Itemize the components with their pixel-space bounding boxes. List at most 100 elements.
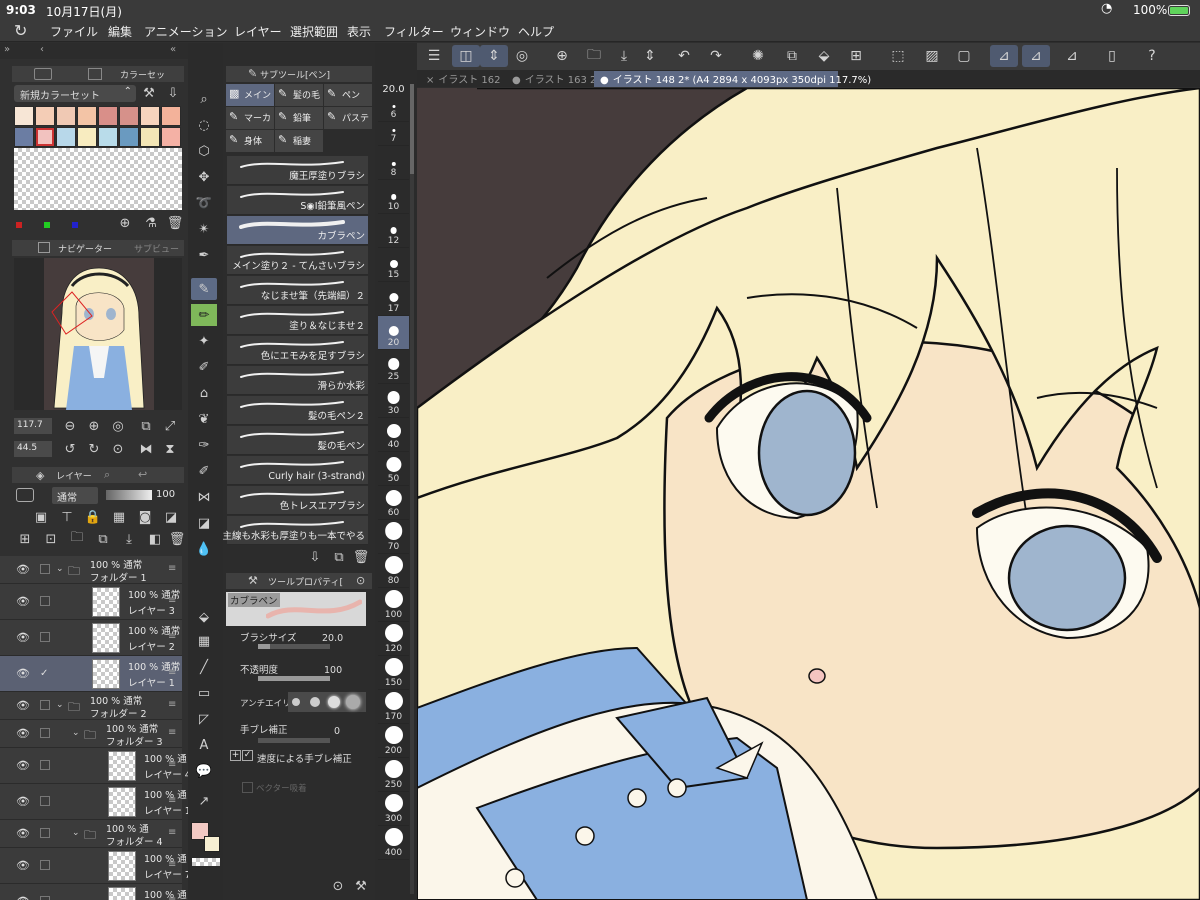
updown-icon[interactable]: ⇕ [480,45,508,67]
line-icon[interactable]: ╱ [191,656,217,678]
brush-size-preset[interactable]: 12 [378,214,409,248]
brush-size-value[interactable]: 20.0 [322,633,343,644]
brush-item[interactable]: メイン塗り２ - てんさいブラシ [227,246,368,275]
folder-row[interactable]: 👁 ⌄ 🗀 100 % 通常 フォルダー 3 ≡ [0,720,182,748]
new-vector-icon[interactable]: ⊡ [42,530,60,548]
pen-icon[interactable]: ✎ [191,278,217,300]
brush-size-preset[interactable]: 70 [378,520,409,554]
brush-size-preset[interactable]: 100 [378,588,409,622]
drag-handle-icon[interactable]: ≡ [168,795,176,806]
layer-search-tab-icon[interactable]: ⌕ [104,468,110,482]
edit-target-icon[interactable] [40,760,50,770]
gradient-icon[interactable]: ▦ [191,630,217,652]
brush-size-preset[interactable]: 200 [378,724,409,758]
color-swatch[interactable] [77,106,97,126]
box-icon[interactable]: ▢ [950,45,978,67]
drag-handle-icon[interactable]: ≡ [168,759,176,770]
chevron-down-icon[interactable]: ⌄ [56,564,64,574]
pencil-icon[interactable]: ✏ [191,304,217,326]
drag-handle-icon[interactable]: ≡ [168,827,176,838]
color-swatch[interactable] [140,106,160,126]
merge-icon[interactable]: ⤓ [120,530,138,548]
brush-size-preset[interactable]: 50 [378,452,409,486]
color-swatch[interactable] [35,127,55,147]
collapse-icon[interactable]: » [4,44,10,55]
tab-subview[interactable]: サブビュー [134,242,179,258]
canvas-tab[interactable]: ● イラスト 163 2* [506,71,601,87]
delete-layer-icon[interactable]: 🗑 [168,530,186,548]
brush-icon[interactable]: ✑ [191,434,217,456]
updown-icon[interactable]: ⇕ [636,45,664,67]
layer-row[interactable]: 👁 100 % 通常 レイヤー 2 ≡ [0,620,182,656]
tool-property-settings-icon[interactable]: ⊙ [330,878,346,894]
subtool-group[interactable]: ✎ 髪の毛 [275,84,323,106]
rotate-right-icon[interactable]: ↻ [86,441,102,457]
tab-navigator[interactable]: ナビゲーター [58,242,112,258]
lasso-icon[interactable]: ➰ [191,192,217,214]
edit-target-icon[interactable] [40,632,50,642]
color-slider-tab-icon[interactable] [88,68,102,80]
building-icon[interactable]: ⌂ [191,382,217,404]
transform-icon[interactable]: ⊞ [842,45,870,67]
history-tab-icon[interactable]: ↩ [138,468,147,481]
drag-handle-icon[interactable]: ≡ [168,895,176,900]
hamburger-icon[interactable]: ☰ [420,45,448,67]
brush-item[interactable]: 主線も水彩も厚塗りも一本でやる [222,516,368,545]
edit-target-icon[interactable] [40,700,50,710]
layer-row[interactable]: 👁 100 % 通レイヤー 1 ≡ [0,784,191,820]
vector-checkbox[interactable] [242,782,253,793]
color-swatch[interactable] [56,127,76,147]
rotate-left-icon[interactable]: ↺ [62,441,78,457]
menu-item[interactable]: レイヤー [234,23,282,40]
unsaved-dot-icon[interactable]: ● [600,75,609,86]
bucket-icon[interactable]: ⚗ [142,214,160,232]
brush-item[interactable]: 髪の毛ペン [227,426,368,455]
brush-size-preset[interactable]: 150 [378,656,409,690]
zoom-field[interactable]: 117.7 [14,418,52,434]
brush-size-preset[interactable]: 400 [378,826,409,860]
sparkle-icon[interactable]: ✦ [191,330,217,352]
lasso-select-icon[interactable]: ◌ [191,114,217,136]
drag-handle-icon[interactable]: ≡ [168,563,176,574]
fit-icon[interactable]: ◎ [110,418,126,434]
settings-icon[interactable]: ⊙ [356,574,365,587]
canvas-tab[interactable]: ● イラスト 148 2* (A4 2894 x 4093px 350dpi 11… [594,71,871,87]
color-set-title[interactable]: カラーセッ [120,68,184,84]
eye-icon[interactable]: 👁 [16,859,30,872]
help-icon[interactable]: ? [1138,45,1166,67]
eye-icon[interactable]: 👁 [16,699,30,712]
mask-icon[interactable]: ◙ [136,508,154,526]
layer-row[interactable]: 👁 ✓ 100 % 通常 レイヤー 1 ≡ [0,656,182,692]
brush-size-preset[interactable]: 30 [378,384,409,418]
color-swatch[interactable] [140,127,160,147]
correction-icon[interactable]: ↗ [191,790,217,812]
bucket-cmd-icon[interactable]: ⬙ [810,45,838,67]
subtool-group[interactable]: ▩ メイン [226,84,274,106]
color-swatch[interactable] [77,127,97,147]
drag-handle-icon[interactable]: ≡ [168,699,176,710]
close-tab-icon[interactable]: × [426,75,434,86]
add-color-icon[interactable]: ⊕ [116,214,134,232]
wrench-icon[interactable]: ⚒ [140,85,158,102]
angle-field[interactable]: 44.5 [14,441,52,457]
eye-icon[interactable]: 👁 [16,563,30,576]
spiral-icon[interactable]: ◎ [508,45,536,67]
brush-size-preset[interactable]: 10 [378,180,409,214]
search-icon[interactable]: ⌕ [191,88,217,110]
brush-opacity-value[interactable]: 100 [324,665,342,676]
save-icon[interactable]: ⤓ [610,45,638,67]
tool-property-title[interactable]: ツールプロパティ[ [268,575,343,591]
layer-row[interactable]: 👁 100 % 通常 レイヤー 3 ≡ [0,584,182,620]
subtool-group[interactable]: ✎ パステ [324,107,372,129]
menu-item[interactable]: アニメーション [144,23,228,40]
layer-row[interactable]: 👁 100 % 通レイヤー 4 ≡ [0,748,191,784]
brush-size-preset[interactable]: 80 [378,554,409,588]
blend-mode-select[interactable]: 通常 [52,487,98,504]
color-swatch[interactable] [98,127,118,147]
color-swatch[interactable] [161,106,181,126]
edit-target-icon[interactable] [40,728,50,738]
menu-item[interactable]: ファイル [50,23,98,40]
chevron-down-icon[interactable]: ⌄ [72,828,80,838]
empty-swatch-area[interactable] [14,148,182,210]
opacity-slider[interactable] [106,490,152,500]
